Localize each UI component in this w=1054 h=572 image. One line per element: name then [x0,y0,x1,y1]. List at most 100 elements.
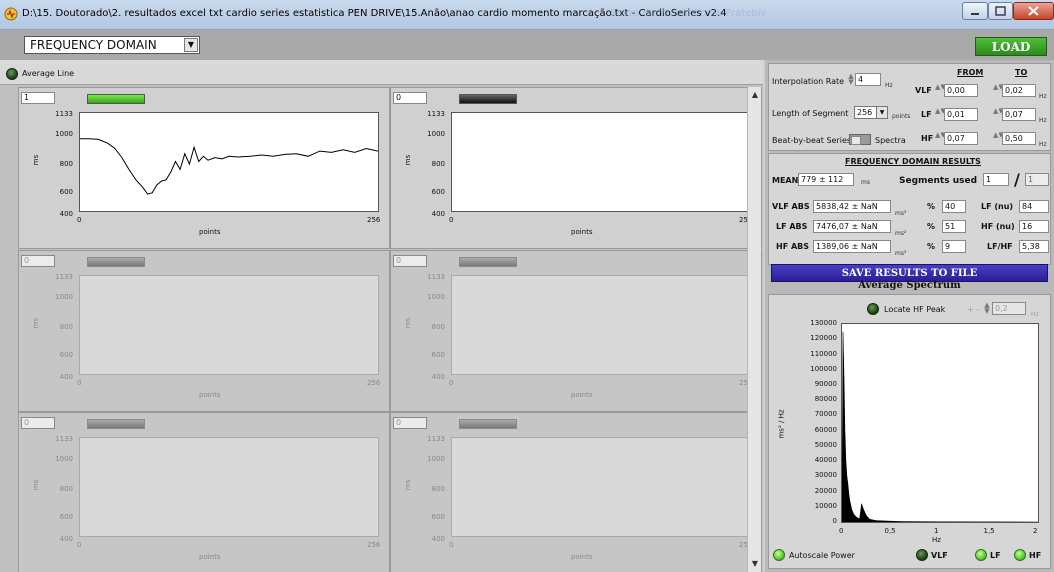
minimize-button[interactable] [962,2,988,20]
x-axis-label: points [571,391,593,399]
band-to-field[interactable]: 0,02 [1002,84,1036,97]
scroll-up-icon[interactable]: ▲ [749,89,761,101]
y-tick-label: 800 [431,485,445,493]
series-panel: 0 1133 1000 800 600 400 ms 0 256 points [18,412,390,572]
panel-status-bar [459,419,517,429]
band-hf-led[interactable] [1014,549,1026,561]
panel-index-field[interactable]: 0 [393,92,427,104]
y-tick-label: 800 [59,485,73,493]
background-window-title: Eletro de Miocárdio de Pratebiv [610,8,767,19]
panel-index-field[interactable]: 1 [21,92,55,104]
spectrum-panel: Locate HF Peak + - ▲ ▼ 0,2 Hz 130000 12000… [768,294,1051,569]
spectrum-y-tick: 90000 [814,379,837,388]
autoscale-power-label: Autoscale Power [789,551,855,560]
y-tick-label: 1000 [55,455,73,463]
band-unit: Hz [1039,141,1047,148]
y-tick-label: 600 [431,188,445,196]
spectrum-y-tick: 10000 [814,501,837,510]
locate-hf-peak-label: Locate HF Peak [884,305,946,314]
panel-index-field[interactable]: 0 [393,417,427,429]
to-stepper-icon[interactable]: ▲▼ [993,84,1004,97]
y-tick-label: 1000 [427,293,445,301]
band-vlf-led[interactable] [916,549,928,561]
average-line-label: Average Line [22,69,75,78]
domain-select-value: FREQUENCY DOMAIN [30,38,157,52]
series-plot [451,275,751,375]
percent-label: % [927,242,936,251]
peak-stepper-icon[interactable]: ▲ ▼ [983,302,991,315]
abs-label: VLF ABS [772,202,810,211]
x-tick-label: 256 [367,379,381,387]
band-to-field[interactable]: 0,50 [1002,132,1036,145]
domain-select[interactable]: FREQUENCY DOMAIN ▼ [24,36,200,54]
from-stepper-icon[interactable]: ▲▼ [935,84,946,97]
vertical-scrollbar[interactable]: ▲ ▼ [747,87,761,572]
percent-value: 51 [942,220,966,233]
spectrum-y-tick: 50000 [814,440,837,449]
spectrum-title: Average Spectrum [858,280,961,291]
chevron-down-icon[interactable]: ▼ [184,38,198,52]
from-stepper-icon[interactable]: ▲▼ [935,132,946,145]
close-button[interactable] [1013,2,1054,20]
load-button[interactable]: LOAD [975,37,1047,56]
beat-by-beat-label: Beat-by-beat Series [772,136,852,145]
panel-index-field[interactable]: 0 [21,417,55,429]
spectrum-y-tick: 30000 [814,471,837,480]
maximize-button[interactable] [988,2,1013,20]
spectrum-xlabel: Hz [932,536,941,544]
nu-label: HF (nu) [981,222,1015,231]
y-tick-label: 600 [59,351,73,359]
band-from-field[interactable]: 0,01 [944,108,978,121]
spectrum-y-tick: 100000 [810,364,837,373]
autoscale-power-led[interactable] [773,549,785,561]
app-icon [4,7,18,21]
peak-width-field[interactable]: 0,2 [992,302,1026,315]
nu-label: LF (nu) [981,202,1014,211]
locate-hf-peak-led[interactable] [867,303,879,315]
average-line-toggle-led[interactable] [6,68,18,80]
spectrum-y-tick: 110000 [810,349,837,358]
interpolation-stepper-icon[interactable]: ▲ ▼ [847,73,855,86]
series-panel: 0 1133 1000 800 600 400 ms 0 256 points [390,250,762,412]
mean-value: 779 ± 112 [798,173,854,186]
spectrum-x-tick: 1 [934,527,939,535]
x-tick-label: 0 [449,379,454,387]
spectrum-x-tick: 0 [839,527,844,535]
series-plot [451,437,751,537]
abs-label: LF ABS [776,222,808,231]
rr-series-line-chart [80,138,379,195]
y-axis-label: ms [32,154,41,166]
spectrum-plot [841,323,1039,523]
series-panel: 1 1133 1000 800 600 400 ms 0 256 points [18,87,390,249]
series-panel: 0 1133 1000 800 600 400 ms 0 256 points [390,87,762,249]
series-spectra-toggle[interactable] [849,134,871,145]
band-from-field[interactable]: 0,00 [944,84,978,97]
y-tick-label: 1133 [427,435,445,443]
peak-plusminus: + - [967,305,980,314]
scroll-down-icon[interactable]: ▼ [749,558,761,570]
band-to-field[interactable]: 0,07 [1002,108,1036,121]
segment-length-label: Length of Segment [772,109,849,118]
from-header: FROM [957,68,984,77]
abs-label: HF ABS [776,242,809,251]
toolbar: FREQUENCY DOMAIN ▼ LOAD [0,30,1054,60]
from-stepper-icon[interactable]: ▲▼ [935,108,946,121]
y-tick-label: 400 [431,210,445,218]
nu-label: LF/HF [987,242,1013,251]
panel-index-field[interactable]: 0 [21,255,55,267]
spectrum-y-tick: 80000 [814,395,837,404]
y-axis-label: ms [32,479,41,491]
band-lf-led[interactable] [975,549,987,561]
percent-label: % [927,202,936,211]
legend-label: LF [990,551,1001,560]
band-from-field[interactable]: 0,07 [944,132,978,145]
panel-index-field[interactable]: 0 [393,255,427,267]
interpolation-rate-field[interactable]: 4 [855,73,881,86]
x-tick-label: 0 [449,541,454,549]
band-label: HF [921,134,934,143]
chevron-down-icon[interactable]: ▼ [876,107,887,118]
to-stepper-icon[interactable]: ▲▼ [993,108,1004,121]
segment-length-select[interactable]: 256 ▼ [854,106,888,119]
to-stepper-icon[interactable]: ▲▼ [993,132,1004,145]
x-axis-label: points [199,553,221,561]
